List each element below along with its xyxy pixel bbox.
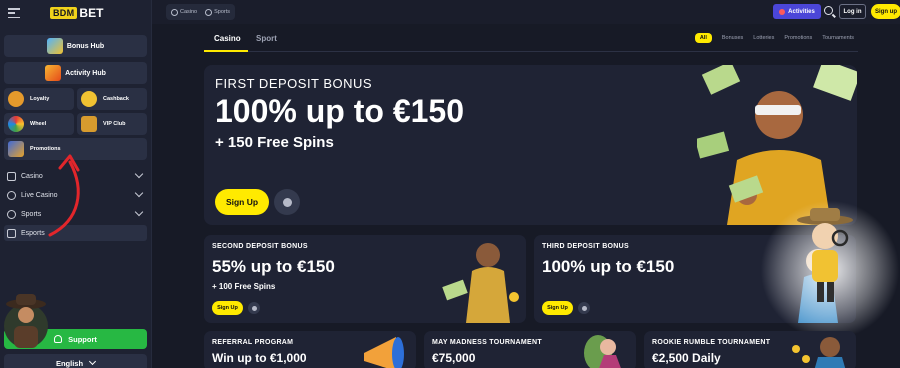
filter-bonuses[interactable]: Bonuses bbox=[722, 35, 743, 41]
sidebar-item-cashback[interactable]: Cashback bbox=[77, 88, 147, 110]
activity-hub-icon bbox=[45, 65, 62, 81]
card-value: €2,500 Daily bbox=[652, 351, 721, 365]
activities-icon bbox=[779, 8, 786, 15]
loyalty-icon bbox=[8, 91, 24, 107]
card-value: €75,000 bbox=[432, 351, 476, 365]
chevron-down-icon bbox=[134, 207, 144, 217]
sports-icon bbox=[7, 209, 16, 219]
info-icon[interactable] bbox=[274, 189, 300, 215]
card-title: THIRD DEPOSIT BONUS bbox=[542, 243, 629, 250]
casino-pill-label: Casino bbox=[180, 9, 198, 15]
chevron-down-icon bbox=[134, 169, 144, 179]
card-signup-button[interactable]: Sign Up bbox=[212, 301, 243, 315]
banner-eyebrow: FIRST DEPOSIT BONUS bbox=[215, 76, 373, 91]
sidebar-item-loyalty[interactable]: Loyalty bbox=[4, 88, 74, 110]
card-title: SECOND DEPOSIT BONUS bbox=[212, 243, 308, 250]
live-casino-icon bbox=[7, 190, 16, 200]
chevron-down-icon bbox=[134, 188, 144, 198]
sidebar-item-label: VIP Club bbox=[103, 121, 126, 127]
login-button[interactable]: Log in bbox=[839, 4, 866, 19]
support-label: Support bbox=[68, 334, 97, 344]
sports-icon bbox=[205, 8, 213, 16]
sidebar-item-label: Cashback bbox=[103, 96, 129, 102]
vip-club-icon bbox=[81, 116, 97, 132]
logo-text: BET bbox=[79, 6, 104, 20]
filter-promotions[interactable]: Promotions bbox=[784, 35, 812, 41]
annotation-arrow bbox=[48, 154, 80, 237]
fairy-character-image bbox=[584, 335, 621, 368]
filter-lotteries[interactable]: Lotteries bbox=[753, 35, 774, 41]
card-value: 100% up to €150 bbox=[542, 257, 675, 276]
tab-casino[interactable]: Casino bbox=[214, 34, 241, 43]
info-icon[interactable] bbox=[578, 302, 590, 314]
info-icon[interactable] bbox=[248, 302, 260, 314]
search-icon[interactable] bbox=[824, 6, 833, 15]
banner-subheadline: + 150 Free Spins bbox=[215, 134, 334, 151]
wheel-icon bbox=[8, 116, 24, 132]
card-title: MAY MADNESS TOURNAMENT bbox=[432, 339, 542, 346]
banner-signup-button[interactable]: Sign Up bbox=[215, 189, 269, 215]
logo-box: BDM bbox=[50, 7, 78, 19]
sidebar-item-wheel[interactable]: Wheel bbox=[4, 113, 74, 135]
detective-mascot-image bbox=[797, 208, 853, 302]
sports-pill-label: Sports bbox=[214, 9, 231, 15]
language-select[interactable]: English bbox=[4, 354, 147, 368]
top-bar: Casino Sports Activities Log in Sign up bbox=[152, 0, 900, 24]
cowboy-mascot-image bbox=[4, 294, 48, 348]
promo-card-may-madness[interactable]: MAY MADNESS TOURNAMENT €75,000 bbox=[424, 331, 636, 368]
activities-button[interactable]: Activities bbox=[773, 4, 821, 19]
card-subtitle: + 100 Free Spins bbox=[212, 282, 276, 291]
bonus-hub-label: Bonus Hub bbox=[66, 42, 105, 50]
language-label: English bbox=[55, 358, 84, 368]
tab-sport[interactable]: Sport bbox=[256, 34, 277, 43]
activity-hub-button[interactable]: Activity Hub bbox=[4, 62, 147, 84]
card-character-image bbox=[442, 243, 519, 323]
casino-icon bbox=[7, 171, 16, 181]
sports-pill[interactable]: Sports bbox=[205, 8, 231, 16]
sidebar-item-label: Wheel bbox=[30, 121, 47, 127]
promo-card-second-deposit[interactable]: SECOND DEPOSIT BONUS 55% up to €150 + 10… bbox=[204, 235, 526, 323]
activity-hub-label: Activity Hub bbox=[65, 69, 106, 77]
logo[interactable]: BDM BET bbox=[50, 6, 103, 20]
signup-button[interactable]: Sign up bbox=[871, 4, 900, 19]
menu-icon[interactable] bbox=[8, 8, 20, 18]
first-deposit-banner[interactable]: FIRST DEPOSIT BONUS 100% up to €150 + 15… bbox=[204, 65, 857, 225]
card-title: ROOKIE RUMBLE TOURNAMENT bbox=[652, 339, 771, 346]
promo-card-referral[interactable]: REFERRAL PROGRAM Win up to €1,000 bbox=[204, 331, 416, 368]
banner-headline: 100% up to €150 bbox=[215, 93, 464, 129]
vertical-switch: Casino Sports bbox=[166, 4, 236, 20]
card-value: 55% up to €150 bbox=[212, 257, 335, 276]
promotions-icon bbox=[8, 141, 24, 157]
activities-label: Activities bbox=[788, 8, 815, 15]
casino-pill[interactable]: Casino bbox=[171, 8, 198, 16]
sidebar-item-label: Loyalty bbox=[30, 96, 50, 102]
promo-card-rookie-rumble[interactable]: ROOKIE RUMBLE TOURNAMENT €2,500 Daily bbox=[644, 331, 856, 368]
headset-icon bbox=[54, 335, 63, 343]
sidebar-item-vip-club[interactable]: VIP Club bbox=[77, 113, 147, 135]
sidebar-item-label: Sports bbox=[21, 210, 42, 218]
chevron-down-icon bbox=[89, 357, 97, 366]
megaphone-image bbox=[364, 337, 404, 368]
cashback-icon bbox=[81, 91, 97, 107]
card-character-image bbox=[792, 337, 846, 368]
bonus-hub-button[interactable]: Bonus Hub bbox=[4, 35, 147, 57]
card-signup-button[interactable]: Sign Up bbox=[542, 301, 573, 315]
filter-all[interactable]: All bbox=[694, 33, 712, 43]
filter-tournaments[interactable]: Tournaments bbox=[822, 35, 854, 41]
sidebar: BDM BET Bonus Hub Activity Hub Loyalty C… bbox=[0, 0, 152, 368]
casino-icon bbox=[171, 8, 178, 16]
esports-icon bbox=[7, 228, 16, 238]
card-title: REFERRAL PROGRAM bbox=[212, 339, 294, 346]
bonus-hub-icon bbox=[46, 38, 63, 54]
active-tab-indicator bbox=[204, 50, 248, 52]
filter-chips: All Bonuses Lotteries Promotions Tournam… bbox=[694, 33, 854, 43]
content-tabs: Casino Sport All Bonuses Lotteries Promo… bbox=[204, 30, 858, 52]
card-value: Win up to €1,000 bbox=[212, 351, 307, 365]
